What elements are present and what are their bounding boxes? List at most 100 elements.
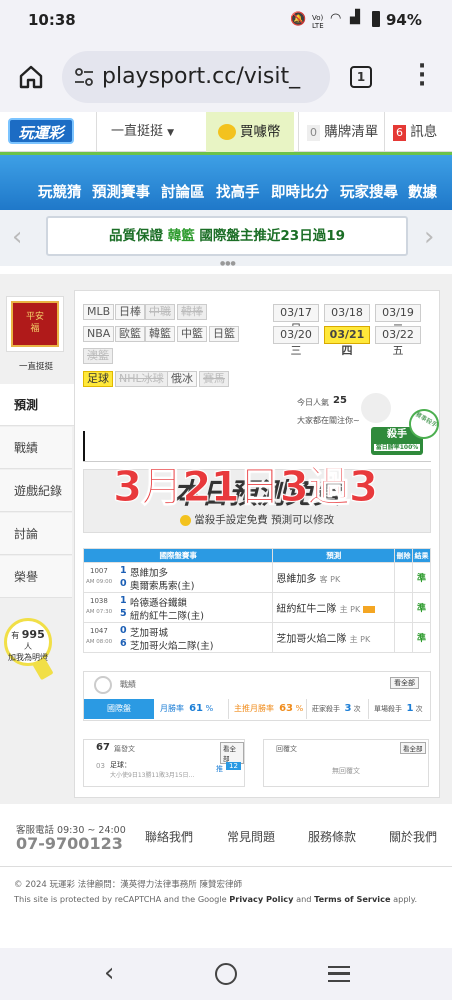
record-title: 戰績 (120, 680, 136, 689)
record-view-all[interactable]: 看全部 (390, 677, 419, 689)
recaptcha-notice: This site is protected by reCAPTCHA and … (14, 894, 418, 904)
overflow-menu-icon[interactable]: · · · (412, 56, 432, 96)
league-cn-bb[interactable]: 中籃 (177, 326, 207, 342)
site-settings-icon[interactable] (74, 68, 94, 86)
league-jp-bb[interactable]: 日籃 (209, 326, 239, 342)
date-0320[interactable]: 03/20 三 (273, 326, 319, 357)
replies-view-all[interactable]: 看全部 (400, 742, 426, 754)
footer-faq[interactable]: 常見問題 (227, 828, 275, 845)
push-count: 12 (226, 762, 241, 770)
messages-link[interactable]: 6 訊息 (384, 112, 452, 152)
promo-box[interactable]: 品質保證 韓籃 國際盤主推近23日過19 (46, 216, 408, 256)
profile-name: 一直挺挺 (18, 362, 53, 372)
browser-toolbar: playsport.cc/visit_ 1 · · · (0, 42, 452, 112)
league-jp-baseball[interactable]: 日棒 (115, 304, 145, 320)
overlay-text: 3月21日3過3 (112, 462, 378, 512)
result-badge: 準 (411, 592, 432, 623)
nav-data[interactable]: 數據 (408, 181, 437, 202)
nav-player-search[interactable]: 玩家搜尋 (340, 181, 398, 202)
nav-livescore[interactable]: 即時比分 (271, 181, 329, 202)
content-card: MLB 日棒 中職 韓棒 NBA 歐籃 韓籃 中籃 日籃 澳籃 足球 NHL冰球… (74, 290, 445, 798)
promo-b: 韓籃 (167, 228, 195, 244)
cart-link[interactable]: 0 購牌清單 (298, 112, 384, 152)
phone-number[interactable]: 07-9700123 (16, 834, 123, 853)
messages-label: 訊息 (410, 124, 438, 140)
side-item-discuss[interactable]: 討論 (0, 513, 72, 555)
nav-play[interactable]: 玩競猜 (38, 181, 82, 202)
tab-switcher-button[interactable]: 1 (350, 66, 372, 88)
league-ru-hockey[interactable]: 俄冰 (167, 371, 197, 387)
avatar[interactable]: 平安福 (6, 296, 64, 352)
result-badge: 準 (411, 622, 432, 653)
date-0322[interactable]: 03/22 五 (375, 326, 421, 357)
record-tab[interactable]: 國際盤 (84, 699, 154, 719)
league-kbo: 韓棒 (177, 304, 207, 320)
promo-banner: ‹ 品質保證 韓籃 國際盤主推近23日過19 › ●●● (0, 210, 452, 267)
record-box: 戰績 看全部 國際盤 月勝率 61 % 主推月勝率 63 % 莊家殺手 3 次 … (83, 671, 431, 721)
league-nba[interactable]: NBA (83, 326, 115, 342)
league-kr-bb[interactable]: 韓籃 (145, 326, 175, 342)
date-0317[interactable]: 03/17 日 (273, 304, 319, 335)
site-logo[interactable]: 玩運彩 (8, 118, 74, 144)
popularity-label: 今日人氣 (297, 398, 329, 407)
side-item-honor[interactable]: 榮譽 (0, 556, 72, 598)
coin-icon (179, 514, 191, 526)
main-nav: 玩競猜 預測賽事 討論區 找高手 即時比分 玩家搜尋 數據 (0, 152, 452, 210)
side-item-record[interactable]: 戰績 (0, 427, 72, 469)
wifi-icon: ◠ (330, 11, 342, 26)
league-euro-bb[interactable]: 歐籃 (115, 326, 145, 342)
posts-box: 67 篇發文 看全部 03 足球： 大小使9日13勝11敗3月15日... 推 … (83, 739, 245, 787)
col-delete: 刪除 (394, 548, 413, 563)
pick-team: 芝加哥火焰二隊 (276, 634, 347, 645)
promo-c: 國際盤主推近23日過19 (199, 228, 345, 244)
col-pick: 預測 (272, 548, 396, 563)
footer-terms[interactable]: 服務條款 (308, 828, 356, 845)
copyright: © 2024 玩運彩 法律顧問：漢英得力法律事務所 陳贊宏律師 (14, 880, 242, 890)
follower-count: 995 (21, 628, 45, 641)
pick-team: 紐約紅牛二隊 (276, 604, 337, 615)
date-0321[interactable]: 03/21 四 (324, 326, 370, 357)
post-count: 67 (96, 742, 110, 753)
privacy-link[interactable]: Privacy Policy (229, 894, 293, 904)
home-circle-icon[interactable] (215, 963, 237, 985)
recents-icon[interactable] (328, 966, 350, 982)
footer-contact[interactable]: 聯絡我們 (145, 828, 193, 845)
site-header: 玩運彩 一直挺挺 ▼ 買噱幣 0 購牌清單 6 訊息 (0, 112, 452, 152)
back-icon[interactable]: ‹ (104, 958, 114, 988)
col-result: 結果 (411, 548, 432, 563)
cart-count: 0 (307, 125, 320, 141)
post-title[interactable]: 大小使9日13勝11敗3月15日... (110, 770, 216, 779)
league-soccer[interactable]: 足球 (83, 371, 113, 387)
tos-link[interactable]: Terms of Service (314, 894, 390, 904)
league-mlb[interactable]: MLB (83, 304, 115, 320)
side-item-predict[interactable]: 預測 (0, 384, 74, 426)
user-dropdown[interactable]: 一直挺挺 ▼ (96, 112, 206, 152)
posts-view-all[interactable]: 看全部 (220, 742, 244, 764)
side-item-history[interactable]: 遊戲紀錄 (0, 470, 72, 512)
col-game: 國際盤賽事 (82, 548, 274, 563)
nav-experts[interactable]: 找高手 (216, 181, 260, 202)
url-bar[interactable]: playsport.cc/visit_ (62, 51, 330, 103)
footer-about[interactable]: 關於我們 (389, 828, 437, 845)
no-replies: 無回覆文 (332, 767, 360, 775)
bookie-killer: 莊家殺手 3 次 (312, 703, 361, 714)
record-icon (94, 676, 112, 694)
pick-team: 恩維加多 (276, 574, 317, 585)
home-icon[interactable] (18, 64, 44, 90)
nav-forum[interactable]: 討論區 (161, 181, 205, 202)
user-dropdown-label: 一直挺挺 (111, 124, 164, 139)
next-arrow-icon[interactable]: › (424, 222, 434, 252)
buy-coin-button[interactable]: 買噱幣 (206, 112, 294, 152)
promo-a: 品質保證 (109, 228, 163, 244)
message-count: 6 (393, 125, 406, 141)
nav-predict[interactable]: 預測賽事 (92, 181, 150, 202)
league-horse: 賽馬 (199, 371, 229, 387)
coin-icon (218, 124, 236, 140)
date-0319[interactable]: 03/19 二 (375, 304, 421, 335)
prev-arrow-icon[interactable]: ‹ (12, 222, 22, 252)
mute-icon: 🔕 (290, 12, 307, 27)
post-count-label: 篇發文 (114, 745, 135, 753)
date-0318[interactable]: 03/18 一 (324, 304, 370, 335)
splash-icon (361, 393, 391, 423)
popularity-sub: 大家都在關注你~ (297, 416, 360, 425)
